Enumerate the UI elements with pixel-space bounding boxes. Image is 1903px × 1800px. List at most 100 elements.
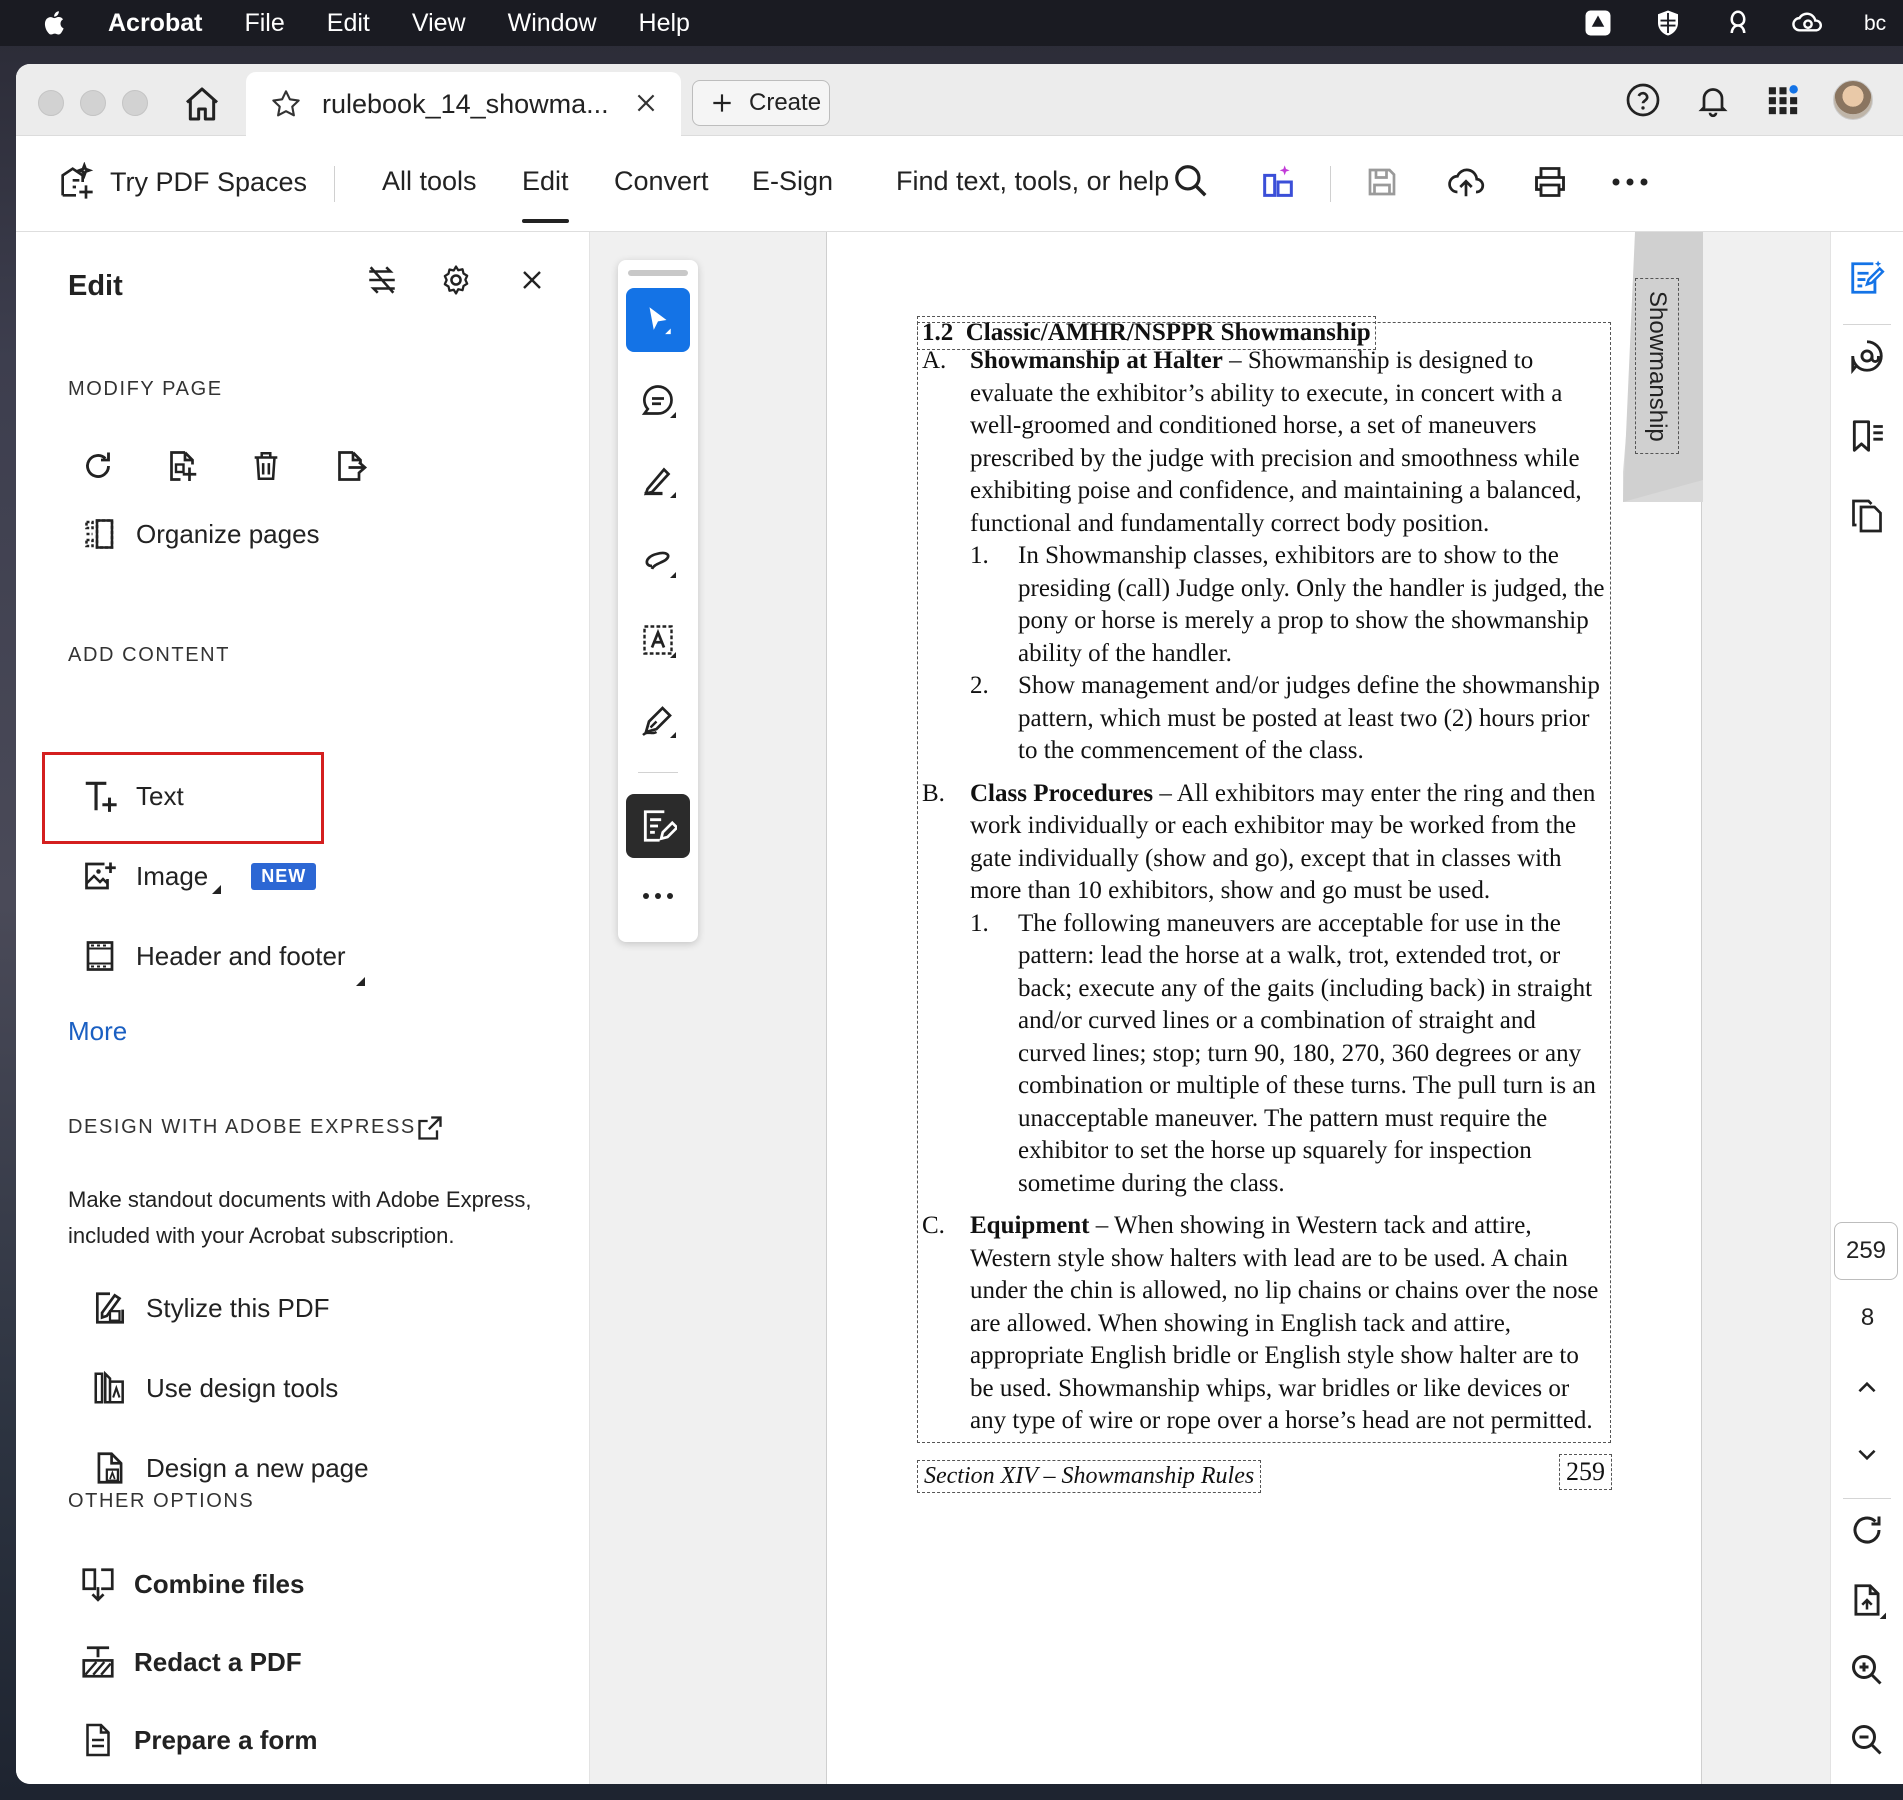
more-link[interactable]: More — [68, 1016, 127, 1047]
header-footer-label: Header and footer — [136, 940, 346, 971]
image-dropdown-caret[interactable] — [212, 885, 222, 894]
body-text-box[interactable]: A. Showmanship at Halter – Showmanship i… — [917, 322, 1611, 1443]
more-options-icon[interactable] — [1608, 160, 1652, 204]
paragraph-a-text: – Showmanship is designed to evaluate th… — [970, 347, 1582, 537]
stylize-pdf-button[interactable]: Stylize this PDF — [90, 1288, 330, 1328]
title-bar: rulebook_14_showma... Create — [16, 64, 1903, 136]
current-page-input[interactable]: 259 — [1834, 1222, 1898, 1280]
globe-shield-icon[interactable] — [1651, 8, 1685, 38]
prepare-form-button[interactable]: Prepare a form — [78, 1720, 318, 1760]
external-link-icon[interactable] — [410, 1108, 450, 1148]
refresh-rotate-icon[interactable] — [1845, 1508, 1889, 1552]
nav-edit[interactable]: Edit — [522, 166, 569, 223]
paragraph-a: A. Showmanship at Halter – Showmanship i… — [922, 345, 1606, 540]
more-tools-button[interactable] — [626, 864, 690, 928]
create-button[interactable]: Create — [692, 80, 830, 126]
header-footer-dropdown-caret[interactable] — [355, 977, 365, 986]
close-tab-icon[interactable] — [633, 90, 659, 116]
find-text-tools-search[interactable]: Find text, tools, or help — [896, 166, 1169, 197]
ai-assistant-icon[interactable] — [1256, 160, 1300, 204]
nav-convert[interactable]: Convert — [614, 166, 709, 197]
footer-section-label[interactable]: Section XIV – Showmanship Rules — [917, 1460, 1262, 1493]
document-tab[interactable]: rulebook_14_showma... — [246, 72, 681, 136]
home-icon[interactable] — [182, 84, 222, 124]
redact-pdf-button[interactable]: Redact a PDF — [78, 1642, 302, 1682]
paragraph-a-label: A. — [922, 347, 947, 374]
previous-page-chevron-up-icon[interactable] — [1845, 1366, 1889, 1410]
section-tab-label-box[interactable]: Showmanship — [1635, 278, 1679, 454]
drive-icon[interactable] — [1581, 8, 1615, 38]
text-box-icon — [643, 625, 676, 658]
design-adobe-express-heading: DESIGN WITH ADOBE EXPRESS — [68, 1116, 416, 1138]
restrict-editing-icon[interactable] — [362, 260, 402, 300]
sign-tool[interactable] — [626, 688, 690, 752]
rotate-icon[interactable] — [78, 446, 118, 486]
apps-grid-icon[interactable] — [1763, 80, 1803, 120]
acrobat-window: rulebook_14_showma... Create Try PDF Spa… — [16, 64, 1903, 1784]
menu-acrobat[interactable]: Acrobat — [108, 9, 202, 38]
try-pdf-spaces-button[interactable]: Try PDF Spaces — [56, 162, 307, 202]
edit-pane-icon[interactable] — [1845, 256, 1889, 300]
stylize-icon — [90, 1288, 130, 1328]
draw-tool[interactable] — [626, 528, 690, 592]
minimize-window-button[interactable] — [80, 90, 106, 116]
comments-pane-icon[interactable] — [1845, 334, 1889, 378]
search-icon[interactable] — [1172, 162, 1210, 200]
save-icon[interactable] — [1360, 160, 1404, 204]
footer-page-number[interactable]: 259 — [1559, 1454, 1612, 1490]
bookmarks-pane-icon[interactable] — [1845, 414, 1889, 458]
zoom-out-icon[interactable] — [1845, 1718, 1889, 1762]
menu-window[interactable]: Window — [508, 9, 597, 38]
add-text-label: Text — [136, 780, 184, 811]
item-a2: 2. Show management and/or judges define … — [970, 670, 1606, 768]
combine-files-button[interactable]: Combine files — [78, 1564, 304, 1604]
user-avatar[interactable] — [1833, 80, 1873, 120]
settings-gear-icon[interactable] — [436, 260, 476, 300]
menu-file[interactable]: File — [244, 9, 284, 38]
item-a1: 1. In Showmanship classes, exhibitors ar… — [970, 540, 1606, 670]
combine-files-label: Combine files — [134, 1568, 305, 1599]
zoom-in-icon[interactable] — [1845, 1648, 1889, 1692]
menu-help[interactable]: Help — [639, 9, 690, 38]
close-window-button[interactable] — [38, 90, 64, 116]
document-area: Showmanship A. Showmanship at Halter – S… — [590, 232, 1830, 1784]
apple-icon[interactable] — [40, 8, 70, 38]
nav-all-tools[interactable]: All tools — [382, 166, 477, 197]
use-design-tools-button[interactable]: Use design tools — [90, 1368, 338, 1408]
edit-pdf-tool[interactable] — [626, 794, 690, 858]
toolbar-grip[interactable] — [628, 270, 688, 276]
creative-cloud-icon[interactable] — [1721, 8, 1755, 38]
section-heading: 1.2 Classic/AMHR/NSPPR Showmanship — [922, 319, 1371, 346]
cursor-arrow-icon — [649, 307, 671, 335]
text-box-tool[interactable] — [626, 608, 690, 672]
app-status-icon[interactable]: bc — [1861, 8, 1895, 38]
select-tool[interactable] — [626, 288, 690, 352]
section-heading-box[interactable]: 1.2 Classic/AMHR/NSPPR Showmanship — [917, 316, 1376, 350]
star-icon[interactable] — [270, 88, 302, 120]
cloud-upload-icon[interactable] — [1444, 160, 1488, 204]
new-badge: NEW — [251, 862, 317, 890]
zoom-window-button[interactable] — [122, 90, 148, 116]
help-icon[interactable] — [1623, 80, 1663, 120]
add-image-button[interactable]: Image NEW — [80, 856, 317, 896]
menu-view[interactable]: View — [412, 9, 466, 38]
print-icon[interactable] — [1528, 160, 1572, 204]
next-page-chevron-down-icon[interactable] — [1845, 1432, 1889, 1476]
delete-trash-icon[interactable] — [246, 446, 286, 486]
header-footer-button[interactable]: Header and footer — [80, 936, 365, 986]
comment-tool[interactable] — [626, 368, 690, 432]
page-display-icon[interactable] — [1845, 1578, 1889, 1622]
extract-page-icon[interactable] — [330, 446, 370, 486]
bell-icon[interactable] — [1693, 80, 1733, 120]
nav-e-sign[interactable]: E-Sign — [752, 166, 833, 197]
design-new-page-button[interactable]: Design a new page — [90, 1448, 369, 1488]
page-thumbnails-icon[interactable] — [1845, 494, 1889, 538]
organize-pages-button[interactable]: Organize pages — [80, 514, 320, 554]
add-text-button[interactable]: Text — [80, 776, 184, 816]
highlight-tool[interactable] — [626, 448, 690, 512]
close-panel-icon[interactable] — [512, 260, 552, 300]
cloud-sync-icon[interactable] — [1791, 8, 1825, 38]
insert-page-icon[interactable] — [162, 446, 202, 486]
paragraph-c: C. Equipment – When showing in Western t… — [922, 1210, 1606, 1438]
menu-edit[interactable]: Edit — [327, 9, 370, 38]
